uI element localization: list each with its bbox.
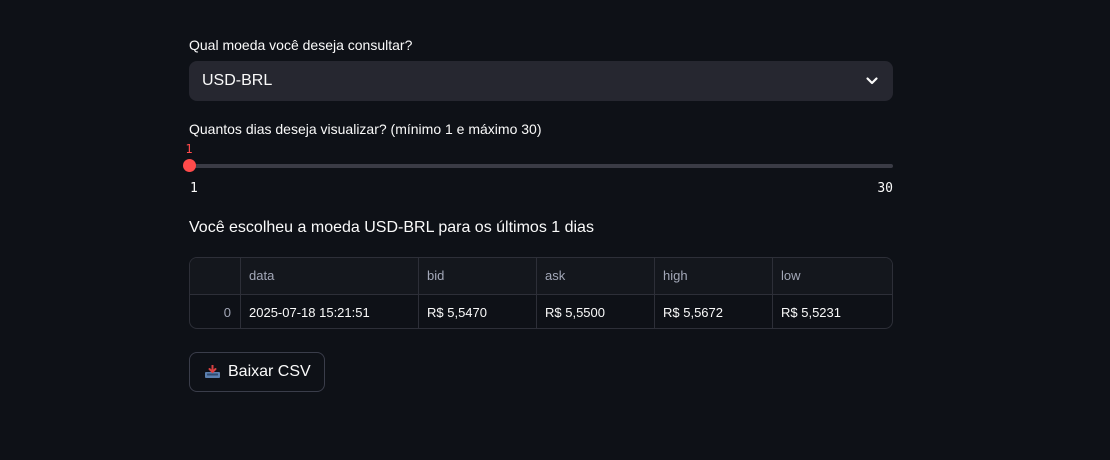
currency-select-value: USD-BRL	[202, 72, 273, 89]
table-header-high[interactable]: high	[655, 258, 773, 294]
download-csv-button[interactable]: Baixar CSV	[189, 352, 325, 392]
days-slider-thumb[interactable]	[183, 159, 196, 172]
table-cell-low[interactable]: R$ 5,5231	[773, 295, 892, 328]
days-slider-track[interactable]	[189, 164, 893, 168]
days-slider-label: Quantos dias deseja visualizar? (mínimo …	[189, 121, 542, 137]
table-cell-high[interactable]: R$ 5,5672	[655, 295, 773, 328]
table-header-data[interactable]: data	[241, 258, 419, 294]
result-message: Você escolheu a moeda USD-BRL para os úl…	[189, 219, 594, 236]
table-header-bid[interactable]: bid	[419, 258, 537, 294]
table-header-index[interactable]	[190, 258, 241, 294]
table-row: 0 2025-07-18 15:21:51 R$ 5,5470 R$ 5,550…	[190, 294, 892, 328]
slider-max-label: 30	[877, 181, 893, 196]
table-cell-data[interactable]: 2025-07-18 15:21:51	[241, 295, 419, 328]
inbox-tray-icon	[205, 365, 220, 378]
download-csv-label: Baixar CSV	[228, 363, 311, 380]
quotes-table[interactable]: data bid ask high low 0 2025-07-18 15:21…	[189, 257, 893, 329]
slider-current-value: 1	[185, 142, 193, 156]
slider-min-label: 1	[190, 181, 198, 196]
table-header-row: data bid ask high low	[190, 258, 892, 294]
currency-select[interactable]: USD-BRL	[189, 61, 893, 101]
table-cell-bid[interactable]: R$ 5,5470	[419, 295, 537, 328]
table-cell-index[interactable]: 0	[190, 295, 241, 328]
table-cell-ask[interactable]: R$ 5,5500	[537, 295, 655, 328]
chevron-down-icon	[866, 77, 878, 85]
table-header-ask[interactable]: ask	[537, 258, 655, 294]
table-header-low[interactable]: low	[773, 258, 892, 294]
currency-select-label: Qual moeda você deseja consultar?	[189, 37, 413, 53]
